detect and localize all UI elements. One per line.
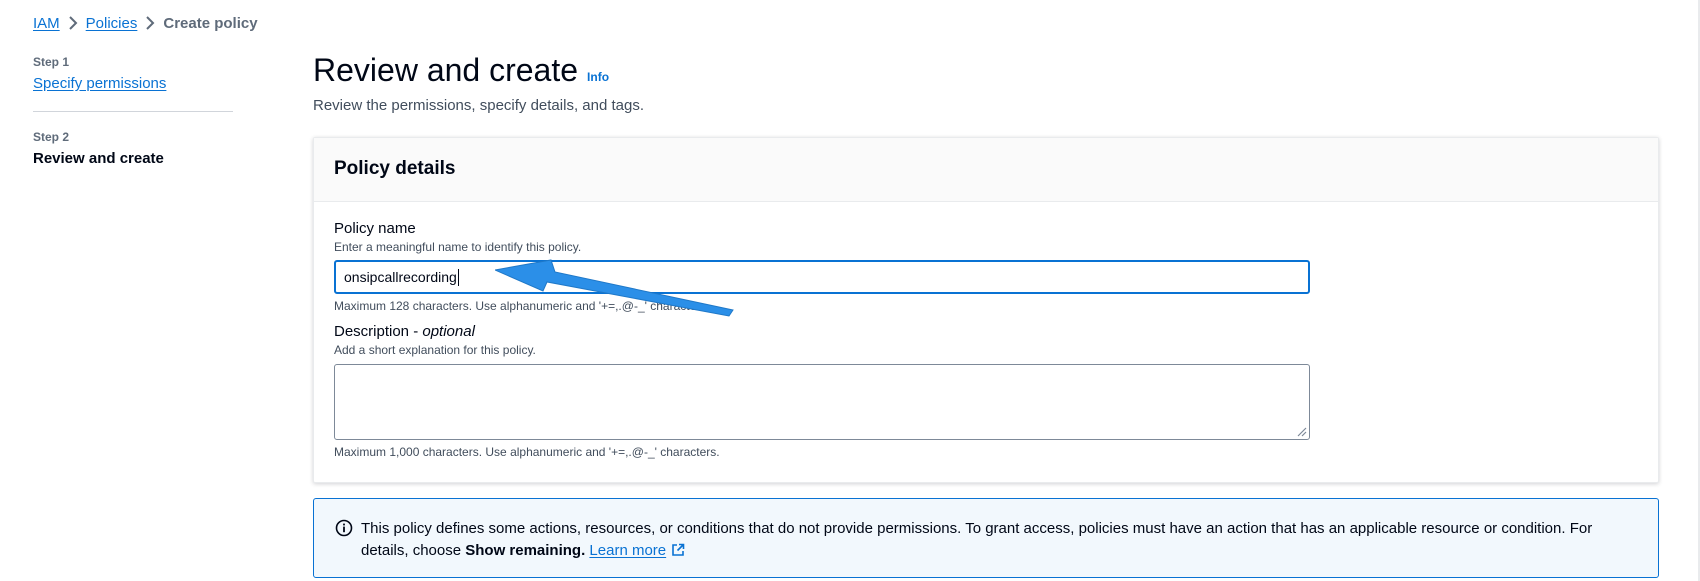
step-1-number: Step 1 — [33, 55, 70, 69]
description-textarea[interactable] — [334, 364, 1310, 440]
breadcrumb-iam-link[interactable]: IAM — [33, 15, 60, 32]
page-subtitle: Review the permissions, specify details,… — [313, 97, 644, 114]
panel-title: Policy details — [334, 158, 456, 179]
description-label: Description - optional — [334, 323, 1638, 340]
page-title: Review and create — [313, 52, 579, 88]
external-link-icon — [672, 543, 685, 556]
description-label-text: Description - — [334, 323, 423, 340]
policy-details-panel: Policy details Policy name Enter a meani… — [313, 137, 1659, 483]
info-icon — [335, 519, 353, 537]
learn-more-label: Learn more — [589, 542, 667, 559]
policy-name-description: Enter a meaningful name to identify this… — [334, 240, 582, 254]
learn-more-link[interactable]: Learn more — [589, 542, 685, 559]
step-2-number: Step 2 — [33, 130, 70, 144]
policy-name-value: onsipcallrecording — [344, 269, 457, 285]
policy-name-input[interactable]: onsipcallrecording — [334, 260, 1310, 294]
breadcrumb-policies-link[interactable]: Policies — [86, 15, 138, 32]
alert-message: This policy defines some actions, resour… — [361, 518, 1638, 577]
info-link[interactable]: Info — [587, 70, 609, 84]
description-constraint: Maximum 1,000 characters. Use alphanumer… — [334, 445, 720, 459]
chevron-right-icon — [60, 14, 86, 32]
description-hint: Add a short explanation for this policy. — [334, 343, 536, 357]
step-divider — [33, 111, 233, 112]
text-caret — [457, 268, 459, 286]
breadcrumb: IAM Policies Create policy — [33, 13, 258, 33]
wizard-steps: Step 1 Specify permissions Step 2 Review… — [33, 55, 233, 167]
panel-header: Policy details — [314, 138, 1658, 202]
policy-name-constraint: Maximum 128 characters. Use alphanumeric… — [334, 299, 710, 313]
page-header: Review and create Info Review the permis… — [313, 52, 644, 114]
alert-bold-text: Show remaining. — [465, 542, 586, 559]
breadcrumb-current: Create policy — [163, 14, 258, 32]
info-alert: This policy defines some actions, resour… — [313, 498, 1659, 578]
chevron-right-icon — [137, 14, 163, 32]
step-2-label: Review and create — [33, 150, 164, 167]
description-optional-text: optional — [422, 323, 475, 340]
policy-name-label: Policy name — [334, 220, 416, 237]
step-1-link[interactable]: Specify permissions — [33, 75, 166, 92]
resize-grip-icon[interactable] — [1295, 425, 1307, 437]
